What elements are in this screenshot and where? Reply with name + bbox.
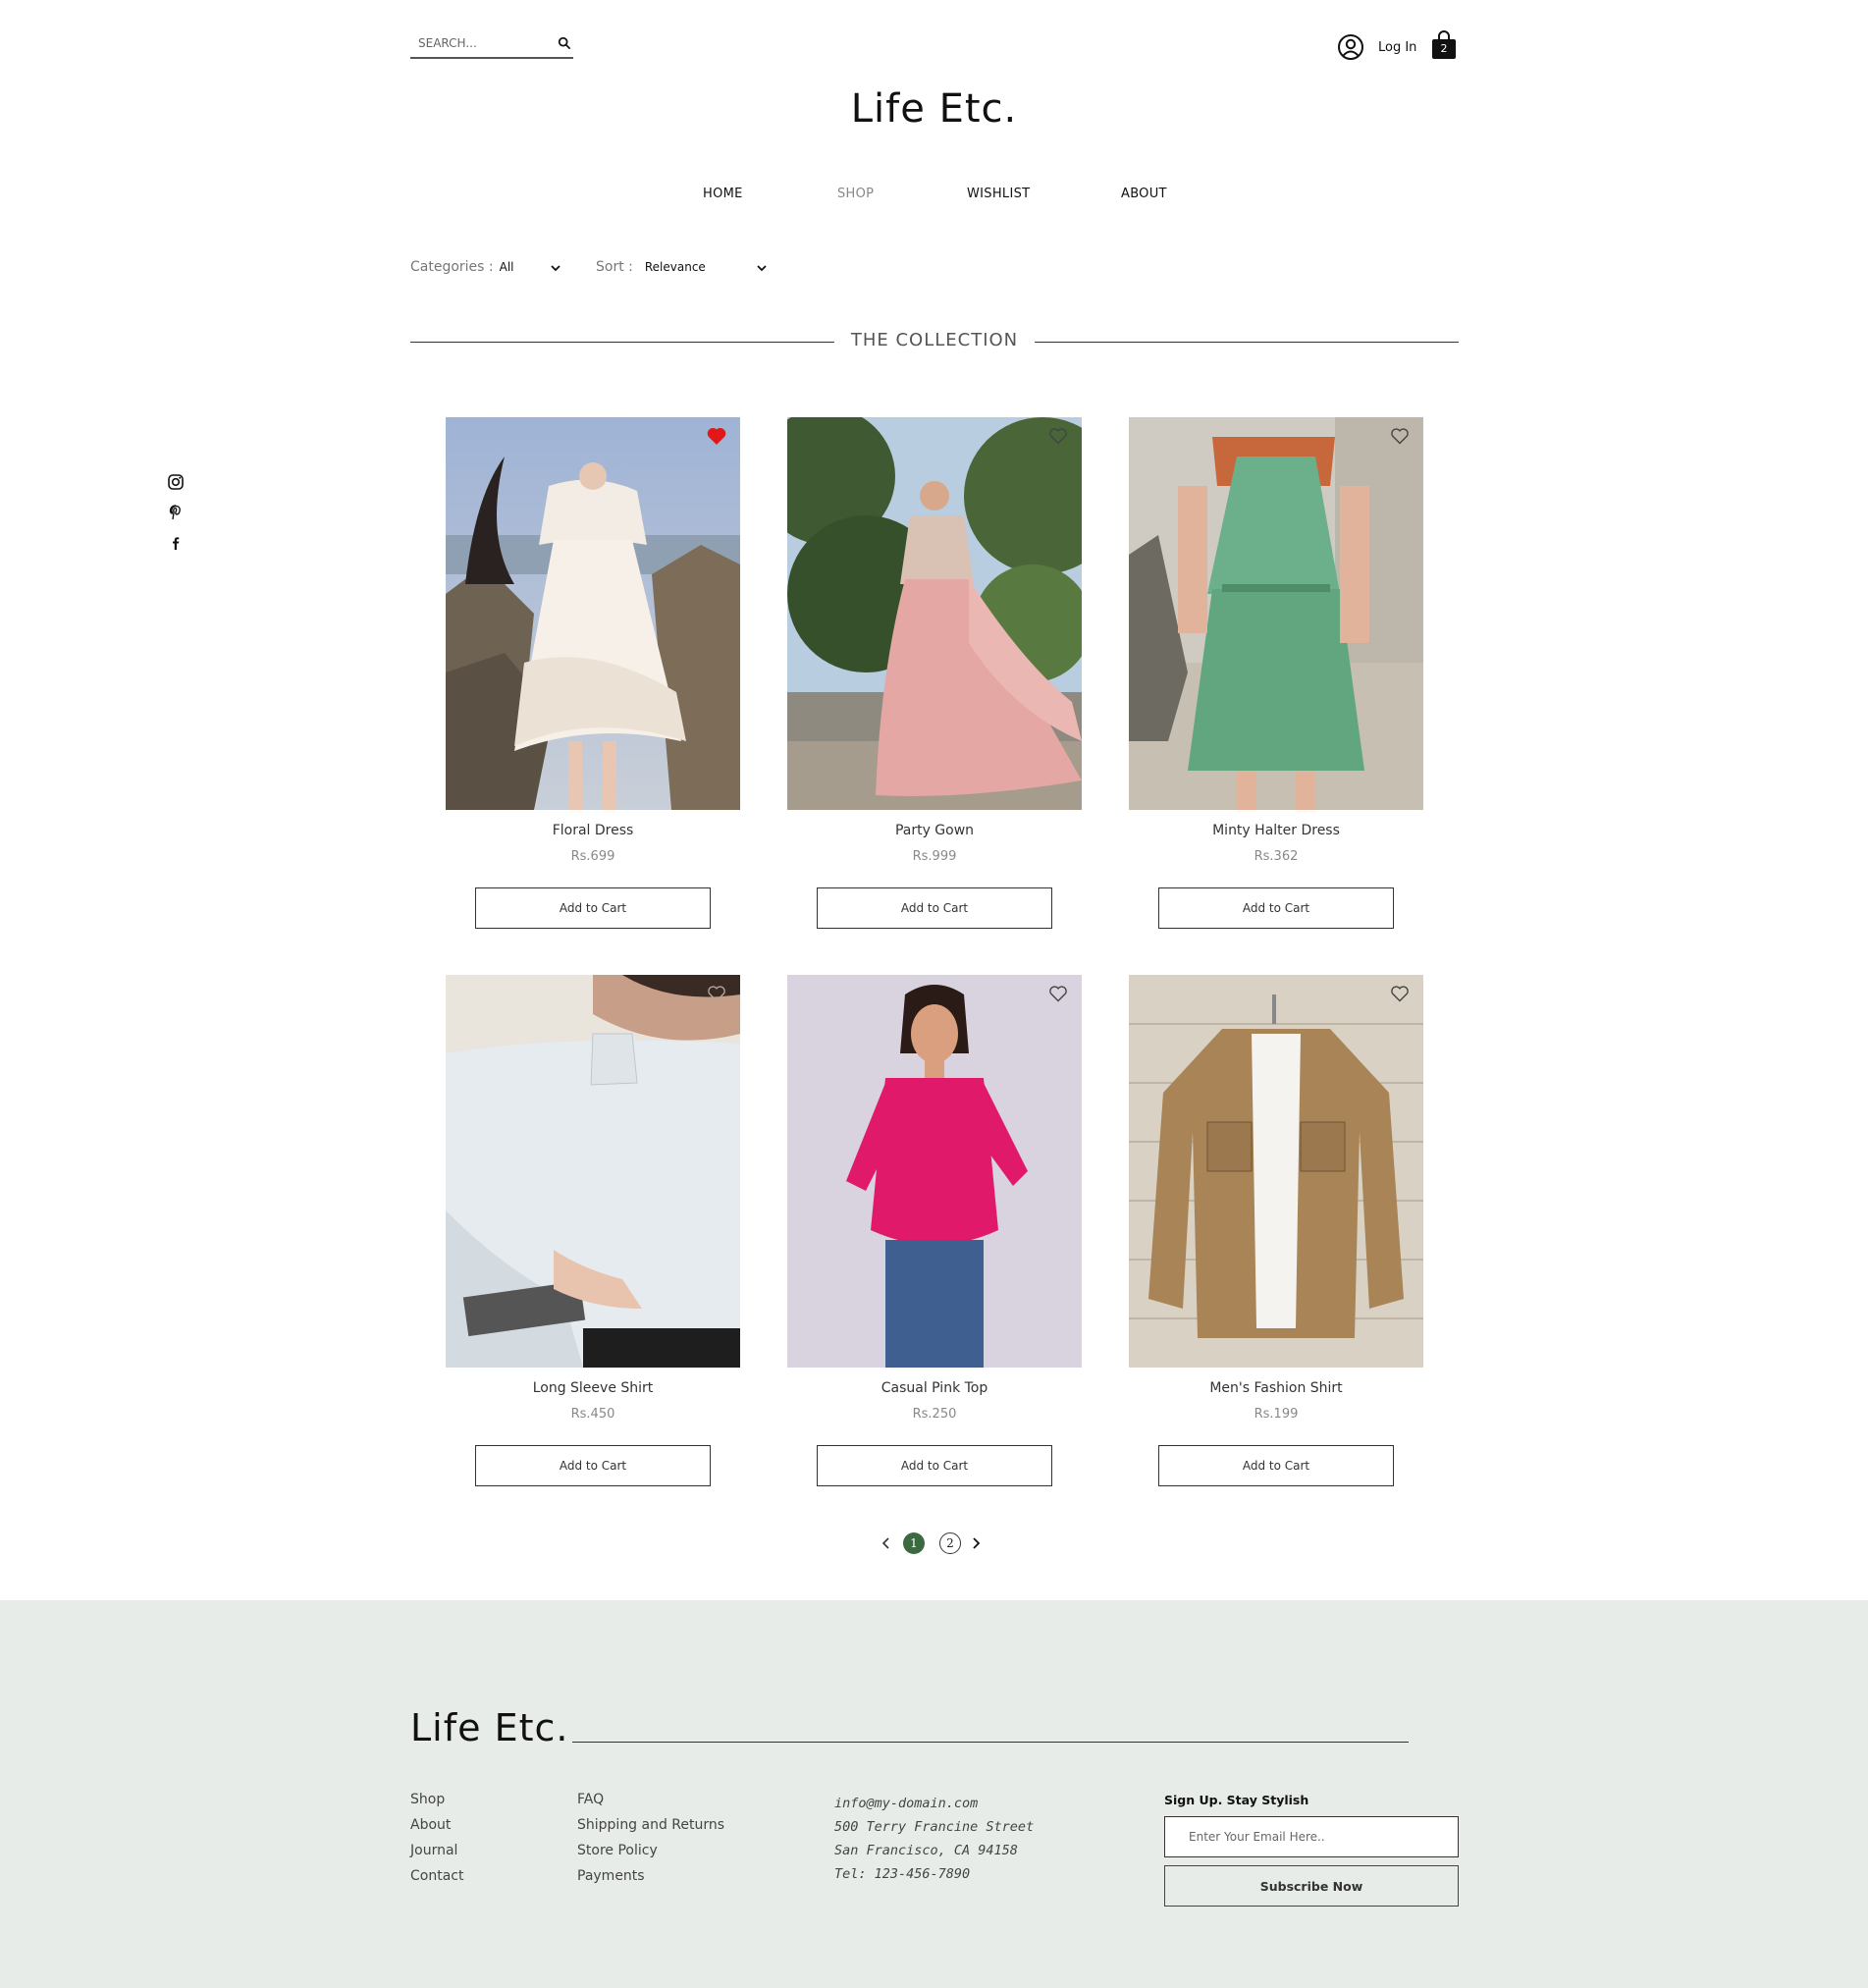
footer-link-shipping[interactable]: Shipping and Returns <box>577 1817 724 1834</box>
footer-logo[interactable]: Life Etc. <box>410 1706 568 1749</box>
sort-label: Sort : <box>596 259 633 275</box>
subscribe-button[interactable]: Subscribe Now <box>1164 1865 1459 1907</box>
product-image[interactable] <box>787 417 1082 810</box>
product-price: Rs.199 <box>1254 1407 1299 1422</box>
product-image[interactable] <box>446 975 740 1368</box>
wishlist-heart-icon[interactable] <box>707 427 726 445</box>
wishlist-heart-icon[interactable] <box>1390 427 1410 445</box>
sort-dropdown[interactable]: Sort : Relevance <box>596 259 706 275</box>
footer-link-faq[interactable]: FAQ <box>577 1792 724 1808</box>
product-name[interactable]: Men's Fashion Shirt <box>1129 1380 1423 1396</box>
contact-phone: Tel: 123-456-7890 <box>834 1866 971 1882</box>
wishlist-heart-icon[interactable] <box>1048 985 1068 1002</box>
product-image[interactable] <box>446 417 740 810</box>
footer-link-store-policy[interactable]: Store Policy <box>577 1843 724 1859</box>
footer-link-payments[interactable]: Payments <box>577 1868 724 1885</box>
sort-value: Relevance <box>644 260 706 274</box>
search-icon[interactable] <box>558 36 571 50</box>
pagination: 1 2 <box>880 1532 983 1554</box>
product-name[interactable]: Party Gown <box>787 823 1082 838</box>
login-button[interactable]: Log In <box>1337 32 1416 62</box>
signup-title: Sign Up. Stay Stylish <box>1164 1793 1309 1807</box>
categories-value: All <box>499 260 514 274</box>
footer-link-shop[interactable]: Shop <box>410 1792 463 1808</box>
chevron-right-icon[interactable] <box>969 1536 983 1550</box>
product-price: Rs.362 <box>1254 849 1299 864</box>
chevron-down-icon[interactable] <box>756 263 768 273</box>
categories-label: Categories : <box>410 259 494 275</box>
product-image[interactable] <box>1129 975 1423 1368</box>
wishlist-heart-icon[interactable] <box>707 985 726 1002</box>
footer-contact: info@my-domain.com 500 Terry Francine St… <box>834 1792 1034 1886</box>
login-label: Log In <box>1378 39 1417 55</box>
main-nav: HOME SHOP WISHLIST ABOUT <box>0 187 1868 208</box>
search-input[interactable] <box>410 29 548 57</box>
product-name[interactable]: Minty Halter Dress <box>1129 823 1423 838</box>
user-account-icon <box>1338 34 1363 60</box>
newsletter-signup: Sign Up. Stay Stylish Subscribe Now <box>1164 1793 1459 1907</box>
nav-wishlist[interactable]: WISHLIST <box>967 187 1030 201</box>
chevron-down-icon[interactable] <box>550 263 561 273</box>
add-to-cart-button[interactable]: Add to Cart <box>817 1445 1052 1486</box>
pinterest-icon[interactable] <box>167 504 185 521</box>
cart-button[interactable]: 2 <box>1431 30 1457 60</box>
contact-address-line2: San Francisco, CA 94158 <box>834 1843 1018 1858</box>
add-to-cart-button[interactable]: Add to Cart <box>817 887 1052 929</box>
footer-links-primary: Shop About Journal Contact <box>410 1792 463 1894</box>
email-field[interactable] <box>1164 1816 1459 1857</box>
divider <box>572 1742 1409 1743</box>
product-price: Rs.999 <box>912 849 957 864</box>
add-to-cart-button[interactable]: Add to Cart <box>475 887 711 929</box>
nav-shop[interactable]: SHOP <box>837 187 874 201</box>
nav-about[interactable]: ABOUT <box>1121 187 1167 201</box>
page-button-current[interactable]: 1 <box>903 1532 925 1554</box>
cart-count-badge: 2 <box>1440 42 1448 55</box>
categories-dropdown[interactable]: Categories : All <box>410 259 514 275</box>
product-image[interactable] <box>1129 417 1423 810</box>
contact-email[interactable]: info@my-domain.com <box>834 1792 1034 1815</box>
page-button[interactable]: 2 <box>939 1532 961 1554</box>
chevron-left-icon[interactable] <box>880 1536 893 1550</box>
footer-link-journal[interactable]: Journal <box>410 1843 463 1859</box>
footer-links-secondary: FAQ Shipping and Returns Store Policy Pa… <box>577 1792 724 1894</box>
product-name[interactable]: Casual Pink Top <box>787 1380 1082 1396</box>
facebook-icon[interactable] <box>167 534 185 552</box>
social-links <box>167 473 187 564</box>
product-price: Rs.450 <box>570 1407 615 1422</box>
add-to-cart-button[interactable]: Add to Cart <box>1158 887 1394 929</box>
wishlist-heart-icon[interactable] <box>1048 427 1068 445</box>
contact-address-line1: 500 Terry Francine Street <box>834 1819 1035 1835</box>
product-image[interactable] <box>787 975 1082 1368</box>
add-to-cart-button[interactable]: Add to Cart <box>1158 1445 1394 1486</box>
nav-home[interactable]: HOME <box>703 187 743 201</box>
collection-heading: THE COLLECTION <box>410 330 1459 353</box>
product-name[interactable]: Floral Dress <box>446 823 740 838</box>
collection-title: THE COLLECTION <box>850 330 1019 350</box>
site-logo[interactable]: Life Etc. <box>0 86 1868 132</box>
add-to-cart-button[interactable]: Add to Cart <box>475 1445 711 1486</box>
instagram-icon[interactable] <box>167 473 185 491</box>
product-price: Rs.250 <box>912 1407 957 1422</box>
footer: Life Etc. Shop About Journal Contact FAQ… <box>0 1600 1868 1988</box>
wishlist-heart-icon[interactable] <box>1390 985 1410 1002</box>
product-name[interactable]: Long Sleeve Shirt <box>446 1380 740 1396</box>
footer-link-about[interactable]: About <box>410 1817 463 1834</box>
footer-link-contact[interactable]: Contact <box>410 1868 463 1885</box>
divider <box>1035 342 1459 343</box>
product-price: Rs.699 <box>570 849 615 864</box>
search-bar[interactable] <box>410 29 573 59</box>
